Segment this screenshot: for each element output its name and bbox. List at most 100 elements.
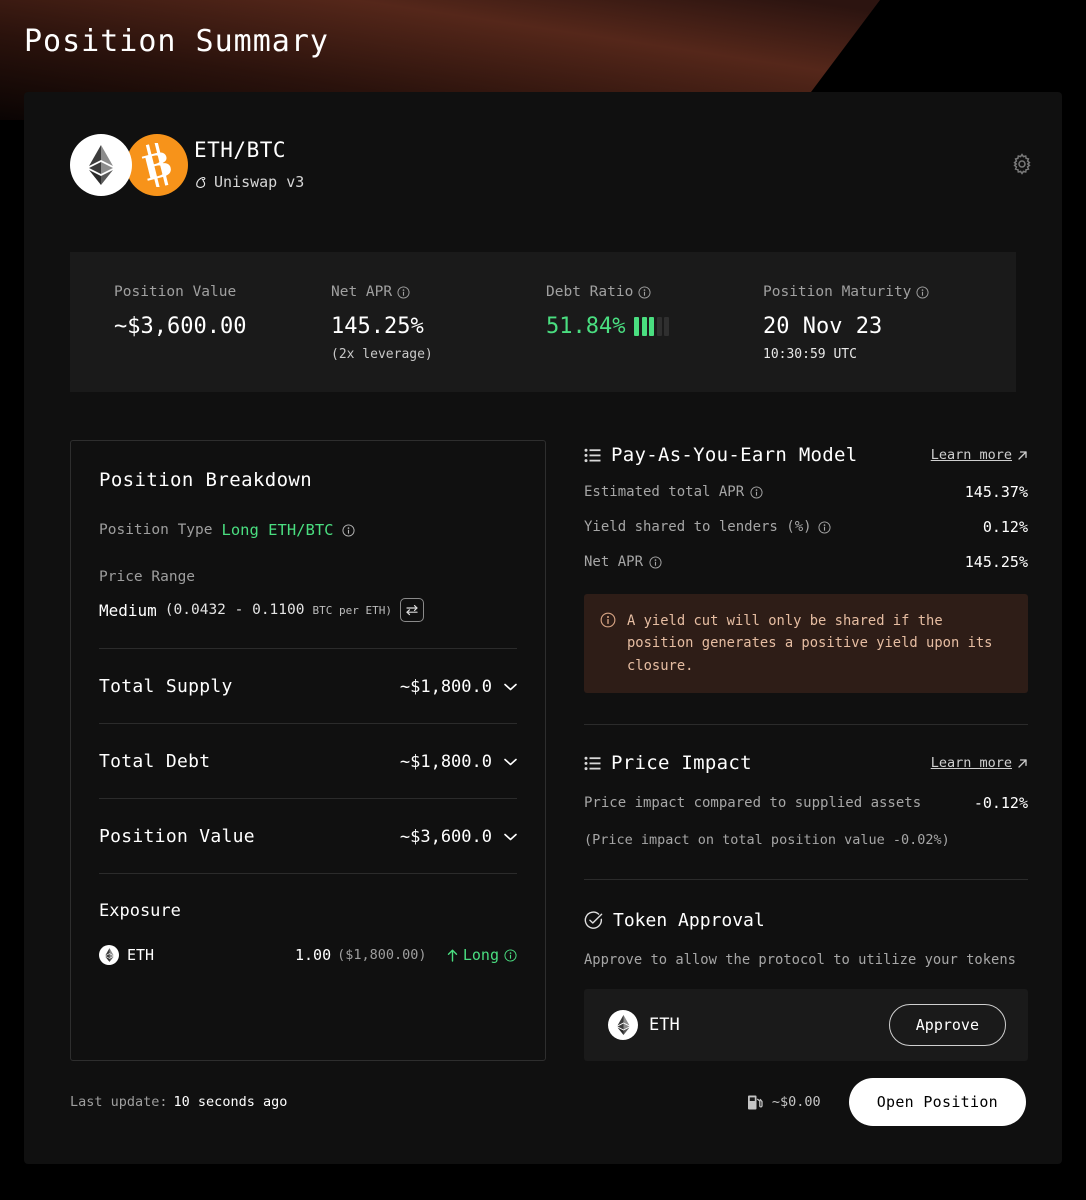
info-icon[interactable] — [638, 285, 651, 299]
price-range-label: Price Range — [99, 569, 196, 585]
row-label-text: Estimated total APR — [584, 484, 745, 500]
gauge-bar-filled — [649, 317, 655, 336]
stat-label-text: Debt Ratio — [546, 284, 634, 300]
token-approval-description: Approve to allow the protocol to utilize… — [584, 952, 1016, 969]
debt-ratio-gauge — [634, 317, 670, 336]
stat-position-maturity: Position Maturity 20 Nov 23 10:30:59 UTC — [763, 284, 929, 392]
gauge-bar-filled — [641, 317, 647, 336]
accordion-value: ~$1,800.0 — [399, 751, 492, 772]
divider — [99, 873, 517, 874]
info-icon[interactable] — [504, 948, 517, 962]
paye-row-net-apr: Net APR 145.25% — [584, 553, 1028, 571]
price-impact-section: Price Impact Learn more Price impact com… — [584, 752, 1028, 848]
price-impact-title: Price Impact — [611, 752, 752, 775]
info-icon[interactable] — [342, 523, 356, 537]
divider — [584, 724, 1028, 726]
accordion-total-supply[interactable]: Total Supply ~$1,800.0 — [99, 649, 517, 723]
price-impact-header: Price Impact Learn more — [584, 752, 1028, 774]
chevron-down-icon[interactable] — [504, 833, 517, 841]
app-root: Position Summary B ETH/BTC Uniswap v3 Po… — [0, 0, 1086, 1200]
last-update-label: Last update: — [70, 1094, 168, 1110]
stat-value: 145.25% — [331, 314, 546, 339]
accordion-value-group: ~$1,800.0 — [400, 752, 517, 772]
gear-icon[interactable] — [1010, 152, 1034, 176]
exposure-usd: ($1,800.00) — [337, 947, 427, 963]
last-update: Last update: 10 seconds ago — [70, 1094, 287, 1110]
stat-label: Net APR — [331, 284, 546, 300]
btc-token-icon: B — [126, 134, 188, 196]
price-range-value-row: Medium (0.0432 - 0.1100 BTC per ETH) — [99, 598, 517, 622]
row-label-text: Yield shared to lenders (%) — [584, 519, 812, 535]
pair-info: ETH/BTC Uniswap v3 — [194, 134, 304, 191]
accordion-value: ~$3,600.0 — [399, 826, 492, 847]
exposure-amount: 1.00 — [295, 946, 332, 964]
learn-more-label: Learn more — [930, 755, 1012, 772]
eth-token-icon — [70, 134, 132, 196]
price-impact-value: -0.12% — [973, 794, 1028, 813]
exposure-token-symbol: ETH — [127, 946, 155, 964]
paye-header: Pay-As-You-Earn Model Learn more — [584, 444, 1028, 466]
stat-value-text: 20 Nov 23 — [763, 314, 883, 339]
position-breakdown-panel: Position Breakdown Position Type Long ET… — [70, 440, 546, 1062]
stat-label: Debt Ratio — [546, 284, 763, 300]
stat-label-text: Position Maturity — [763, 284, 912, 300]
page-title: Position Summary — [24, 24, 329, 59]
exposure-title: Exposure — [99, 901, 181, 921]
pair-name: ETH/BTC — [194, 138, 287, 162]
protocol-row: Uniswap v3 — [194, 173, 304, 191]
list-icon — [584, 756, 601, 770]
content-columns: Position Breakdown Position Type Long ET… — [70, 440, 1028, 1062]
info-icon[interactable] — [916, 285, 929, 299]
price-impact-label: Price impact compared to supplied assets — [584, 795, 922, 812]
info-icon[interactable] — [750, 485, 763, 499]
paye-row-yield-shared: Yield shared to lenders (%) 0.12% — [584, 518, 1028, 536]
open-position-button[interactable]: Open Position — [848, 1078, 1026, 1126]
row-value: 145.37% — [964, 483, 1028, 501]
stat-value: 51.84% — [546, 314, 763, 339]
stat-position-value: Position Value ~$3,600.00 — [114, 284, 331, 392]
position-type-value: Long ETH/BTC — [221, 521, 334, 539]
position-summary-card: B ETH/BTC Uniswap v3 Position Value ~$3,… — [24, 92, 1062, 1164]
stat-value: ~$3,600.00 — [114, 314, 331, 339]
last-update-value: 10 seconds ago — [173, 1094, 288, 1110]
approval-token: ETH — [608, 1010, 680, 1041]
price-impact-learn-more-link[interactable]: Learn more — [931, 755, 1028, 771]
stat-sub: 10:30:59 UTC — [763, 347, 857, 362]
protocol-name: Uniswap v3 — [214, 173, 305, 191]
paye-learn-more-link[interactable]: Learn more — [931, 447, 1028, 463]
approve-button[interactable]: Approve — [888, 1004, 1006, 1047]
stats-strip: Position Value ~$3,600.00 Net APR 145.25 — [70, 252, 1016, 392]
chevron-down-icon[interactable] — [504, 683, 517, 691]
price-impact-note: (Price impact on total position value -0… — [584, 832, 950, 849]
exposure-token: ETH — [99, 945, 295, 965]
position-type-row: Position Type Long ETH/BTC — [99, 521, 517, 539]
gauge-bar-empty — [656, 317, 662, 336]
paye-row-estimated-apr: Estimated total APR 145.37% — [584, 483, 1028, 501]
list-icon — [584, 448, 601, 462]
chevron-down-icon[interactable] — [504, 758, 517, 766]
ethereum-glyph — [617, 1015, 629, 1036]
exposure-direction: Long — [447, 946, 517, 964]
token-approval-section: Token Approval Approve to allow the prot… — [584, 910, 1028, 1062]
exposure-row: ETH 1.00 ($1,800.00) Long — [99, 945, 517, 965]
learn-more-label: Learn more — [930, 447, 1012, 463]
accordion-position-value[interactable]: Position Value ~$3,600.0 — [99, 799, 517, 873]
gas-estimate: ~$0.00 — [747, 1094, 821, 1111]
check-circle-icon — [584, 911, 603, 929]
info-icon[interactable] — [818, 520, 831, 534]
swap-arrows-icon[interactable] — [399, 598, 424, 622]
gas-pump-icon — [747, 1095, 763, 1109]
info-icon[interactable] — [397, 285, 410, 299]
stat-label-text: Net APR — [331, 284, 393, 300]
row-label-text: Net APR — [584, 554, 644, 570]
price-range-bounds: (0.0432 - 0.1100 — [164, 602, 305, 618]
gauge-bar-empty — [664, 317, 670, 336]
accordion-label: Total Supply — [99, 676, 233, 697]
info-icon[interactable] — [649, 555, 662, 569]
eth-token-icon — [99, 945, 119, 965]
accordion-value: ~$1,800.0 — [399, 676, 492, 697]
stat-value-text: 145.25% — [331, 314, 424, 339]
accordion-total-debt[interactable]: Total Debt ~$1,800.0 — [99, 724, 517, 798]
notice-text: A yield cut will only be shared if the p… — [627, 613, 993, 674]
external-link-arrow-icon — [1018, 450, 1027, 460]
